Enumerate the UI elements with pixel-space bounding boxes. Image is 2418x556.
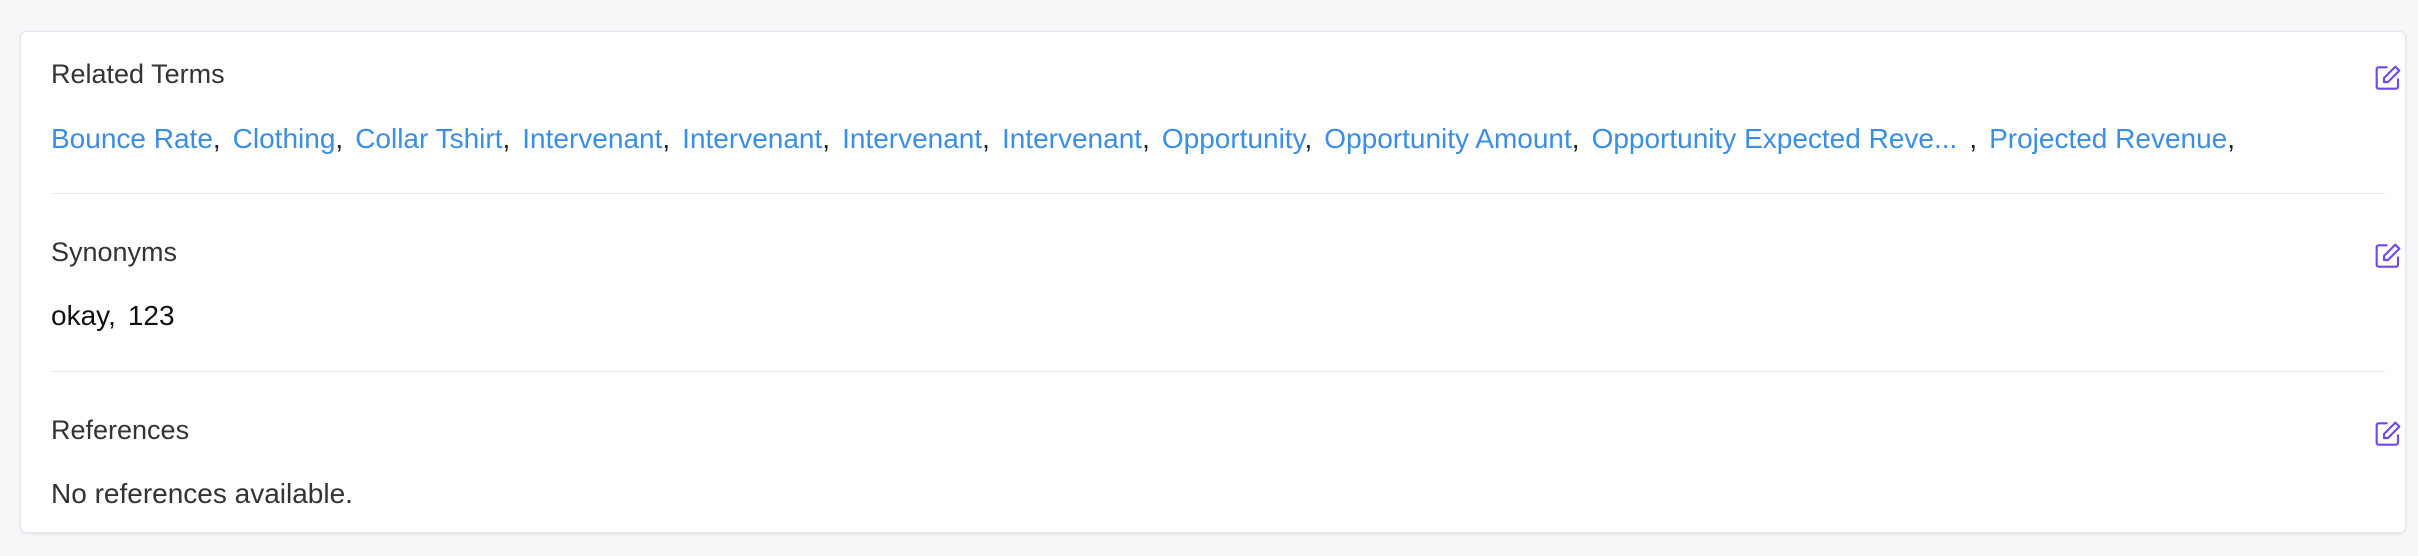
term-separator: , — [335, 123, 344, 154]
term-separator: , — [502, 123, 511, 154]
related-term-link[interactable]: Intervenant — [522, 123, 662, 154]
edit-icon — [2375, 243, 2401, 268]
related-term-link[interactable]: Opportunity Amount — [1324, 123, 1571, 154]
related-terms-section: Related Terms Bounce Rate, Clothing, Colla… — [51, 32, 2401, 192]
references-empty-text: No references available. — [51, 478, 353, 509]
related-term-link[interactable]: Intervenant — [1002, 123, 1142, 154]
synonym-item: okay — [51, 300, 109, 331]
synonyms-section: Synonyms okay, 123 — [51, 210, 2401, 370]
related-term-link[interactable]: Clothing — [233, 123, 336, 154]
term-separator: , — [982, 123, 990, 154]
glossary-details-card: Related Terms Bounce Rate, Clothing, Colla… — [20, 31, 2406, 533]
related-terms-title: Related Terms — [51, 59, 225, 89]
edit-icon — [2375, 421, 2401, 446]
edit-references-button[interactable] — [2368, 414, 2408, 454]
synonym-item: 123 — [127, 300, 175, 331]
section-divider — [51, 371, 2385, 372]
edit-related-terms-button[interactable] — [2368, 58, 2408, 98]
related-term-link[interactable]: Collar Tshirt — [355, 123, 502, 154]
references-title: References — [51, 415, 190, 445]
term-separator: , — [822, 123, 831, 154]
term-separator: , — [1142, 123, 1150, 154]
related-term-link[interactable]: Opportunity — [1162, 123, 1305, 154]
related-term-link[interactable]: Opportunity Expected Reve... — [1592, 123, 1958, 154]
related-term-link[interactable]: Projected Revenue — [1989, 123, 2227, 154]
term-separator: , — [1969, 123, 1978, 154]
edit-icon — [2375, 65, 2401, 90]
synonyms-list: okay, 123 — [51, 298, 175, 334]
edit-synonyms-button[interactable] — [2368, 236, 2408, 276]
related-term-link[interactable]: Bounce Rate — [51, 123, 213, 154]
related-term-link[interactable]: Intervenant — [842, 123, 982, 154]
section-divider — [51, 193, 2385, 194]
related-terms-list: Bounce Rate, Clothing, Collar Tshirt, Inter… — [51, 121, 2247, 157]
references-section: References No references available. — [51, 388, 2401, 534]
term-separator: , — [662, 123, 671, 154]
term-separator: , — [212, 123, 221, 154]
related-term-link[interactable]: Intervenant — [682, 123, 822, 154]
term-separator: , — [1571, 123, 1580, 154]
synonym-separator: , — [108, 300, 116, 331]
term-separator: , — [1304, 123, 1313, 154]
synonyms-title: Synonyms — [51, 237, 178, 267]
term-separator: , — [2227, 123, 2236, 154]
